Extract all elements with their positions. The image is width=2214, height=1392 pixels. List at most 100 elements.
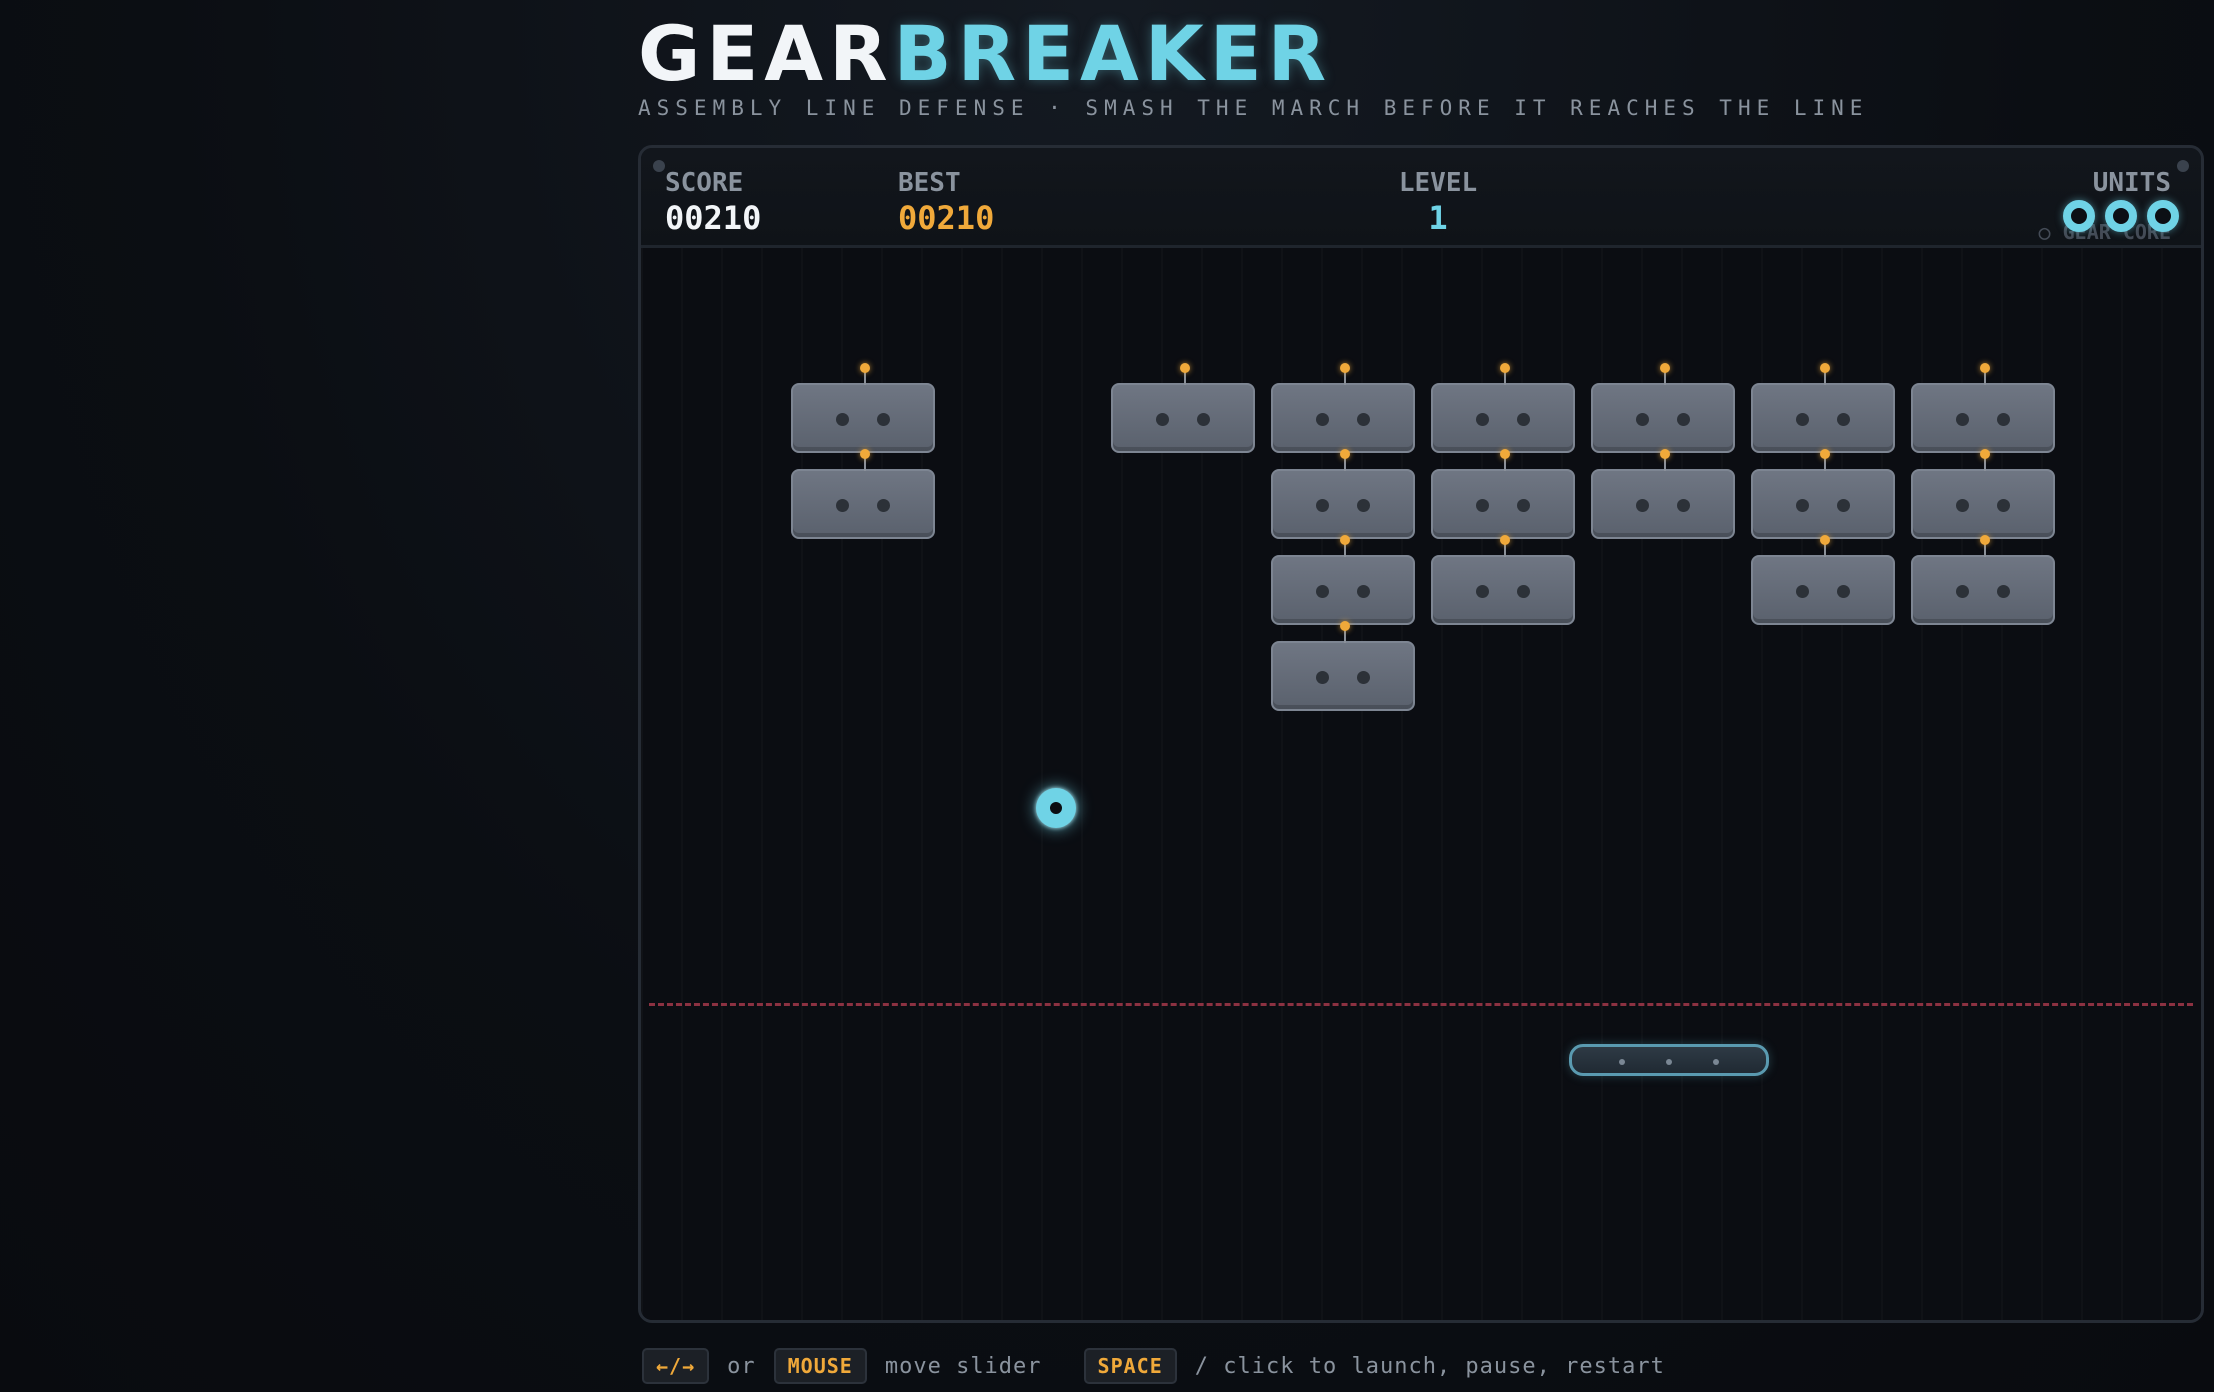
level-block: LEVEL 1 — [1383, 168, 1493, 238]
robot-eye-icon — [1476, 499, 1489, 512]
unit-gear-icon — [2105, 200, 2137, 232]
rivet-icon — [653, 160, 665, 172]
robot-eye-icon — [1796, 499, 1809, 512]
robot-brick — [1431, 535, 1575, 625]
robot-eye-icon — [1357, 499, 1370, 512]
robot-brick — [1751, 535, 1895, 625]
controls-hint: ←/→ or MOUSE move slider SPACE / click t… — [642, 1348, 1665, 1384]
robot-eye-icon — [1837, 585, 1850, 598]
antenna-icon — [860, 363, 870, 385]
robot-brick — [1911, 449, 2055, 539]
robot-eye-icon — [836, 413, 849, 426]
robot-eye-icon — [877, 499, 890, 512]
robot-brick — [1431, 449, 1575, 539]
robot-eye-icon — [836, 499, 849, 512]
key-space: SPACE — [1083, 1348, 1177, 1384]
play-field[interactable] — [641, 248, 2201, 1320]
robot-eye-icon — [1837, 413, 1850, 426]
robot-eye-icon — [1476, 585, 1489, 598]
level-label: LEVEL — [1398, 168, 1478, 198]
robot-eye-icon — [1636, 499, 1649, 512]
robot-brick — [1271, 535, 1415, 625]
robot-eye-icon — [1837, 499, 1850, 512]
robot-eye-icon — [1517, 499, 1530, 512]
robot-eye-icon — [1956, 413, 1969, 426]
rivet-icon — [2177, 160, 2189, 172]
antenna-icon — [1500, 449, 1510, 471]
robot-eye-icon — [1316, 585, 1329, 598]
robot-brick — [1271, 363, 1415, 453]
robot-eye-icon — [1156, 413, 1169, 426]
robot-eye-icon — [1316, 671, 1329, 684]
robot-eye-icon — [1956, 585, 1969, 598]
score-label: SCORE — [665, 168, 744, 198]
robot-brick — [1911, 363, 2055, 453]
unit-gear-icon — [2147, 200, 2179, 232]
robot-eye-icon — [1476, 413, 1489, 426]
robot-eye-icon — [1357, 585, 1370, 598]
robot-eye-icon — [1796, 413, 1809, 426]
robot-brick — [1431, 363, 1575, 453]
antenna-icon — [1500, 535, 1510, 557]
best-label: BEST — [898, 168, 961, 198]
robot-eye-icon — [1357, 671, 1370, 684]
antenna-icon — [1340, 363, 1350, 385]
paddle-rivet-icon — [1619, 1059, 1625, 1065]
robot-brick — [1271, 621, 1415, 711]
antenna-icon — [1660, 449, 1670, 471]
game-subtitle: ASSEMBLY LINE DEFENSE · SMASH THE MARCH … — [638, 96, 1869, 120]
robot-eye-icon — [1997, 585, 2010, 598]
paddle-rivet-icon — [1666, 1059, 1672, 1065]
robot-eye-icon — [1997, 413, 2010, 426]
antenna-icon — [1340, 535, 1350, 557]
move-text: move slider — [884, 1353, 1042, 1379]
units-block: UNITS — [2093, 168, 2171, 198]
robot-eye-icon — [1316, 413, 1329, 426]
antenna-icon — [1820, 535, 1830, 557]
game-title: GEARBREAKER — [638, 14, 1332, 94]
antenna-icon — [1980, 535, 1990, 557]
robot-brick — [1751, 449, 1895, 539]
robot-brick — [1751, 363, 1895, 453]
or-text: or — [727, 1353, 756, 1379]
action-text: / click to launch, pause, restart — [1194, 1353, 1665, 1379]
robot-eye-icon — [1997, 499, 2010, 512]
game-frame: SCORE 00210 BEST 00210 LEVEL 1 UNITS ○ G… — [638, 145, 2204, 1323]
units-remaining — [2063, 200, 2179, 232]
title-gear: GEAR — [638, 9, 894, 98]
robot-eye-icon — [1796, 585, 1809, 598]
slider-paddle[interactable] — [1569, 1044, 1769, 1076]
antenna-icon — [1820, 363, 1830, 385]
robot-eye-icon — [1316, 499, 1329, 512]
level-value: 1 — [1428, 199, 1448, 237]
antenna-icon — [1980, 363, 1990, 385]
antenna-icon — [1820, 449, 1830, 471]
robot-eye-icon — [1677, 413, 1690, 426]
robot-eye-icon — [1636, 413, 1649, 426]
robot-brick — [1591, 363, 1735, 453]
robot-brick — [1271, 449, 1415, 539]
best-value: 00210 — [898, 199, 995, 237]
score-block: SCORE 00210 — [665, 168, 761, 238]
hud-bar: SCORE 00210 BEST 00210 LEVEL 1 UNITS ○ G… — [641, 148, 2201, 248]
antenna-icon — [1660, 363, 1670, 385]
paddle-rivet-icon — [1713, 1059, 1719, 1065]
antenna-icon — [1500, 363, 1510, 385]
robot-eye-icon — [1956, 499, 1969, 512]
antenna-icon — [860, 449, 870, 471]
antenna-icon — [1340, 449, 1350, 471]
score-value: 00210 — [665, 199, 762, 237]
best-block: BEST 00210 — [898, 168, 994, 238]
robot-eye-icon — [877, 413, 890, 426]
defense-line — [649, 1003, 2193, 1006]
robot-brick — [791, 449, 935, 539]
robot-eye-icon — [1517, 413, 1530, 426]
antenna-icon — [1340, 621, 1350, 643]
antenna-icon — [1980, 449, 1990, 471]
unit-gear-icon — [2063, 200, 2095, 232]
title-breaker: BREAKER — [893, 9, 1333, 98]
robot-brick — [1911, 535, 2055, 625]
robot-brick — [791, 363, 935, 453]
robot-eye-icon — [1197, 413, 1210, 426]
units-label: UNITS — [2092, 168, 2171, 198]
